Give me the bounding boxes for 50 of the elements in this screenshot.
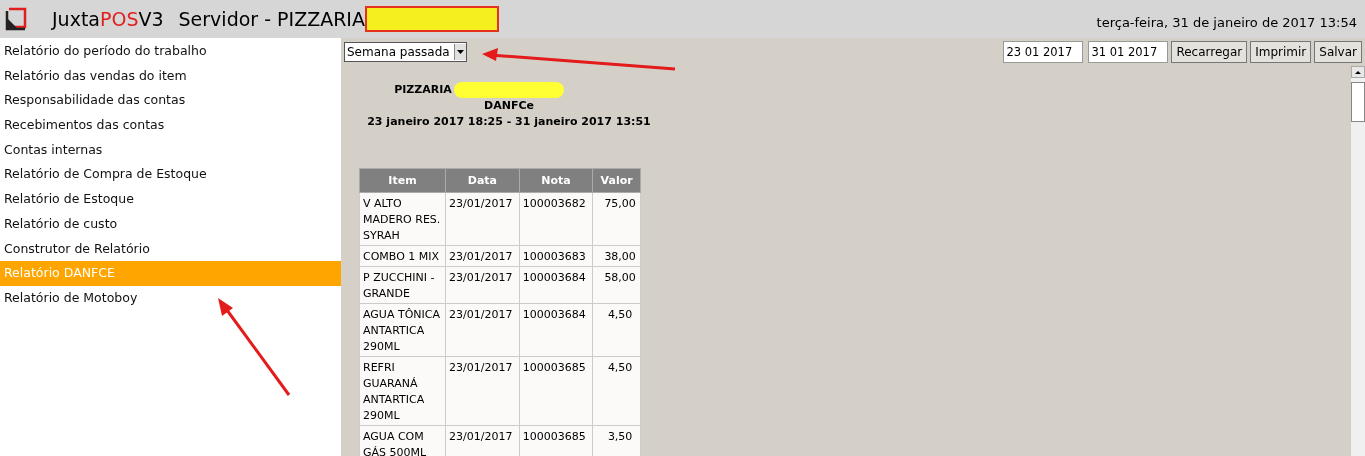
app-name: JuxtaPOSV3 xyxy=(52,8,164,30)
table-cell: 4,50 xyxy=(592,356,641,426)
scrollbar[interactable] xyxy=(1351,66,1365,456)
table-cell: 100003684 xyxy=(519,303,593,357)
report-menu-item[interactable]: Relatório das vendas do item xyxy=(0,63,341,89)
table-cell: P ZUCCHINI - GRANDE xyxy=(359,266,446,304)
table-cell: 100003682 xyxy=(519,192,593,246)
table-cell: 38,00 xyxy=(592,245,641,267)
table-cell: 23/01/2017 xyxy=(445,266,520,304)
scroll-up-icon[interactable] xyxy=(1351,66,1365,78)
report-menu-item[interactable]: Relatório de Compra de Estoque xyxy=(0,162,341,188)
scroll-thumb[interactable] xyxy=(1351,82,1365,122)
report-menu-item[interactable]: Contas internas xyxy=(0,137,341,163)
table-cell: 23/01/2017 xyxy=(445,245,520,267)
toolbar-button[interactable]: Recarregar xyxy=(1171,41,1248,63)
column-header: Valor xyxy=(592,168,641,193)
table-cell: 58,00 xyxy=(592,266,641,304)
table-cell: 100003683 xyxy=(519,245,593,267)
table-cell: 100003685 xyxy=(519,356,593,426)
report-subtitle: DANFCe xyxy=(484,98,534,114)
table-cell: V ALTO MADERO RES. SYRAH xyxy=(359,192,446,246)
table-cell: 100003684 xyxy=(519,266,593,304)
report-title: PIZZARIA xyxy=(394,82,452,98)
report-date-range: 23 janeiro 2017 18:25 - 31 janeiro 2017 13:51 xyxy=(367,114,651,130)
report-menu-item[interactable]: Recebimentos das contas xyxy=(0,113,341,138)
table-cell: COMBO 1 MIX xyxy=(359,245,446,267)
table-cell: 23/01/2017 xyxy=(445,192,520,246)
report-menu-item[interactable]: Construtor de Relatório xyxy=(0,236,341,262)
report-menu-item[interactable]: Relatório de Estoque xyxy=(0,187,341,212)
table-cell: REFRI GUARANÁ ANTARTICA 290ML xyxy=(359,356,446,426)
column-header: Nota xyxy=(519,168,593,193)
report-menu-item[interactable]: Relatório do período do trabalho xyxy=(0,39,341,64)
table-cell: 75,00 xyxy=(592,192,641,246)
table-cell: 23/01/2017 xyxy=(445,303,520,357)
report-menu-item[interactable]: Relatório de Motoboy xyxy=(0,285,341,311)
end-date-field[interactable]: 31 01 2017 xyxy=(1088,41,1169,63)
table-cell: 4,50 xyxy=(592,303,641,357)
date-time: terça-feira, 31 de janeiro de 2017 13:54 xyxy=(1096,14,1357,30)
column-header: Item xyxy=(359,168,446,193)
server-name: Servidor - PIZZARIA xyxy=(178,8,365,30)
report-menu-item[interactable]: Responsabilidade das contas xyxy=(0,88,341,114)
report-menu-item[interactable]: Relatório de custo xyxy=(0,211,341,237)
table-cell: AGUA TÔNICA ANTARTICA 290ML xyxy=(359,303,446,357)
column-header: Data xyxy=(445,168,520,193)
table-cell: AGUA COM GÁS 500ML xyxy=(359,425,446,456)
toolbar-button[interactable]: Salvar xyxy=(1314,41,1362,63)
period-dropdown[interactable]: Semana passada xyxy=(344,42,467,62)
toolbar-button[interactable]: Imprimir xyxy=(1250,41,1312,63)
table-cell: 23/01/2017 xyxy=(445,356,520,426)
start-date-field[interactable]: 23 01 2017 xyxy=(1003,41,1084,63)
